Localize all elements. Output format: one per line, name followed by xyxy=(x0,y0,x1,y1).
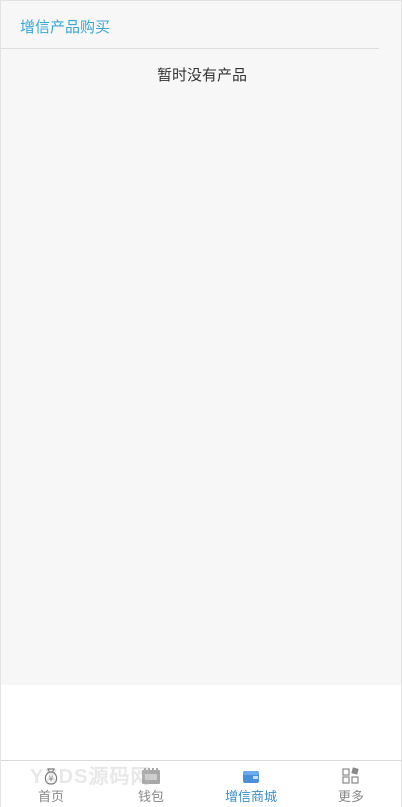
page-title: 增信产品购买 xyxy=(20,18,111,36)
tab-more-label: 更多 xyxy=(337,790,364,805)
tab-wallet[interactable]: 钱包 xyxy=(101,761,201,807)
bottom-tab-bar: ¥ 首页 钱包 增信商城 更多 xyxy=(1,760,401,807)
bottom-blank-area xyxy=(1,685,401,760)
main-content: 暂时没有产品 xyxy=(1,1,401,685)
mall-icon xyxy=(241,766,261,786)
tab-more[interactable]: 更多 xyxy=(301,761,401,807)
tab-mall-label: 增信商城 xyxy=(224,790,277,805)
empty-message: 暂时没有产品 xyxy=(156,66,247,84)
tab-home[interactable]: ¥ 首页 xyxy=(1,761,101,807)
wallet-icon xyxy=(141,766,161,786)
tab-wallet-label: 钱包 xyxy=(137,790,164,805)
svg-text:¥: ¥ xyxy=(48,775,53,784)
page-header: 增信产品购买 xyxy=(1,1,379,49)
tab-mall[interactable]: 增信商城 xyxy=(201,761,301,807)
tab-home-label: 首页 xyxy=(37,790,64,805)
money-bag-icon: ¥ xyxy=(41,766,61,786)
more-grid-icon xyxy=(341,766,361,786)
